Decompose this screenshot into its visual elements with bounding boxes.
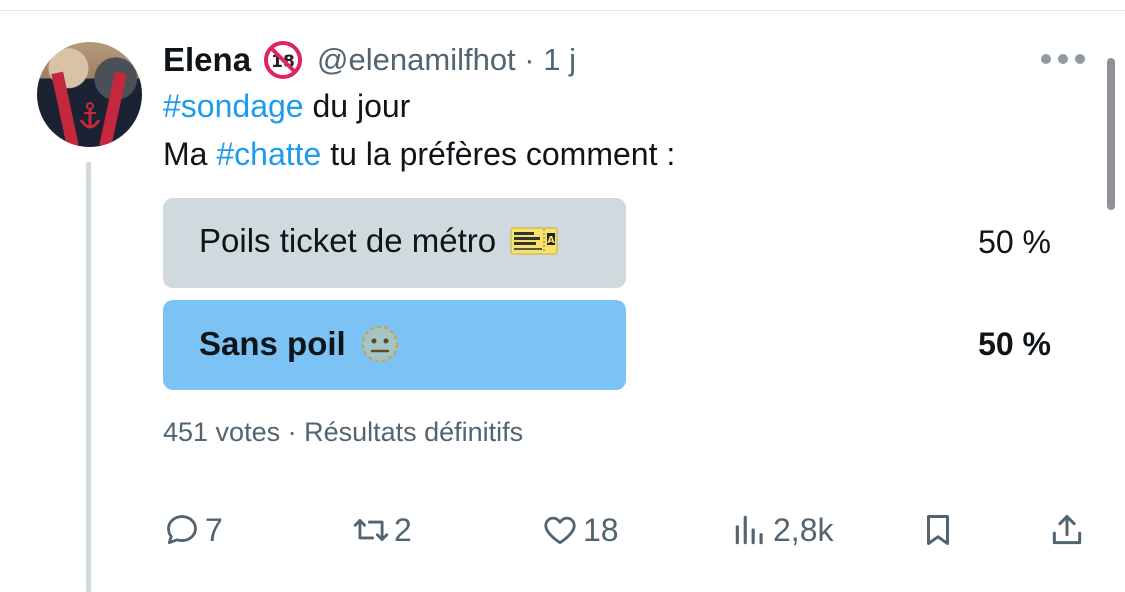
poll-option-2-label: Sans poil [199,324,400,364]
hashtag-sondage[interactable]: #sondage [163,88,304,124]
poll-meta: 451 votes · Résultats définitifs [163,417,524,447]
neutral-face-icon [361,326,398,362]
no-under-18-icon: 18 [264,41,303,79]
poll-option-2-percent: 50 % [978,326,1051,362]
thread-line [86,162,91,592]
like-button[interactable]: 18 [541,511,619,549]
heart-icon [544,516,576,545]
views-icon [735,515,763,545]
reply-count: 7 [205,511,223,548]
poll-option-1-percent: 50 % [978,224,1051,260]
svg-text:A: A [547,235,555,246]
views-count: 2,8k [773,511,834,548]
reply-button[interactable]: 7 [163,511,223,549]
bookmark-button[interactable] [919,511,957,549]
hashtag-chatte[interactable]: #chatte [216,136,321,172]
author-handle[interactable]: @elenamilfhot · 1 j [317,42,576,78]
poll-option-1-label: Poils ticket de métro A [199,222,558,260]
retweet-button[interactable]: 2 [352,511,412,549]
anchor-icon [79,102,101,129]
share-button[interactable] [1048,511,1086,549]
tweet-text-line-1: #sondage du jour [163,88,410,125]
tweet-text-line-2: Ma #chatte tu la préfères comment : [163,136,675,173]
tweet-text-fragment: du jour [303,88,411,124]
tweet-text-fragment: Ma [163,136,217,172]
tweet-text-fragment: tu la préfères comment : [321,136,676,172]
avatar-detail [99,71,127,147]
reply-icon [167,515,197,545]
bookmark-icon [926,515,950,545]
more-options-icon[interactable] [1040,52,1086,66]
views-button[interactable]: 2,8k [731,511,833,549]
retweet-count: 2 [394,511,412,548]
poll-option-1-text: Poils ticket de métro [199,222,497,259]
retweet-icon [353,519,389,541]
poll-option-2-text: Sans poil [199,325,346,362]
avatar[interactable] [37,42,142,147]
scrollbar-thumb[interactable] [1107,58,1115,210]
ticket-icon: A [510,227,558,255]
tweet-header: Elena 18 @elenamilfhot · 1 j [163,38,576,82]
author-name[interactable]: Elena [163,41,251,79]
avatar-detail [51,71,79,147]
share-icon [1052,515,1082,545]
like-count: 18 [583,511,619,548]
top-divider [0,10,1125,11]
